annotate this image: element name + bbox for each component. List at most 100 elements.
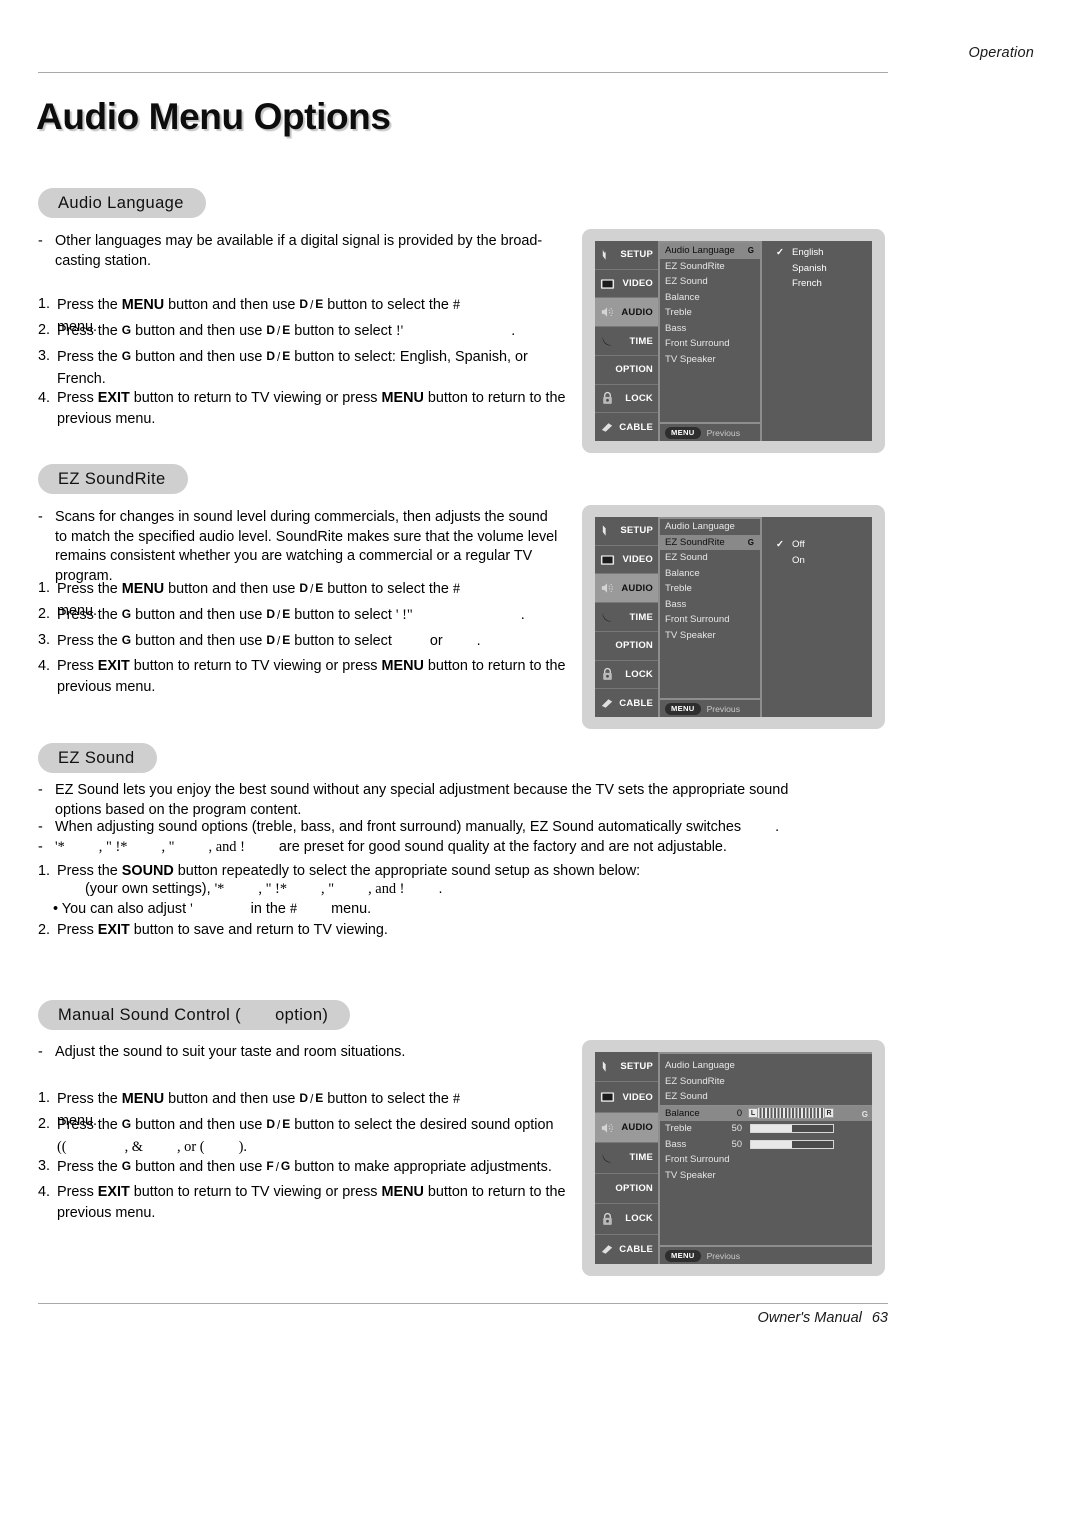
osd-tab-label: LOCK [625, 1213, 653, 1225]
osd-menu-list: Audio Language EZ SoundRite G EZ Sound B… [660, 517, 762, 717]
ez-soundrite-note: - Scans for changes in sound level durin… [38, 508, 568, 586]
menu-button-label: MENU [381, 658, 424, 674]
symbol-glyph: '* [55, 839, 65, 855]
running-head-text: Operation [968, 45, 1034, 61]
osd-tab-label: SETUP [620, 1061, 653, 1073]
treble-slider-track[interactable] [750, 1124, 834, 1133]
osd-tab-time[interactable]: TIME [595, 1143, 658, 1174]
osd-slider-value: 50 [731, 1123, 742, 1133]
osd-tab-option[interactable]: OPTION [595, 1174, 658, 1205]
osd-option-on[interactable]: On [776, 553, 872, 569]
osd-tab-option[interactable]: OPTION [595, 632, 658, 661]
osd-menu-item-ez-sound[interactable]: EZ Sound [660, 550, 760, 566]
antenna-icon [600, 523, 615, 538]
nav-key-down: D [266, 607, 276, 621]
symbol-glyph: , or ( [176, 1139, 205, 1155]
step-number: 3. [38, 1158, 51, 1174]
osd-menu-item-treble[interactable]: Treble [660, 305, 760, 321]
osd-slider-treble[interactable]: Treble 50 [660, 1121, 872, 1137]
osd-menu-item-front-surround[interactable]: Front Surround [660, 336, 760, 352]
page-title: Audio Menu Options [36, 96, 391, 137]
osd-tab-audio[interactable]: AUDIO [595, 1112, 658, 1144]
speaker-waves-icon [600, 305, 615, 320]
osd-menu-item-treble[interactable]: Treble [660, 581, 760, 597]
osd-menu-item-front-surround[interactable]: Front Surround [660, 1152, 872, 1168]
crescent-icon [600, 610, 615, 625]
exit-button-label: EXIT [97, 658, 130, 674]
osd-option-english[interactable]: ✓ English [776, 245, 872, 261]
osd-menu-item-ez-soundrite[interactable]: EZ SoundRite [660, 259, 760, 275]
step-number: 3. [38, 348, 51, 364]
step-text: button and then use [164, 297, 300, 313]
osd-menu-item-label: Bass [665, 598, 687, 610]
osd-panel: SETUP VIDEO AUDIO TIME OPTION LOCK CABLE… [595, 241, 872, 441]
step-number: 1. [38, 296, 51, 312]
osd-menu-item-bass[interactable]: Bass [660, 597, 760, 613]
audio-language-step-3: 3. Press the G button and then use D / E b… [38, 346, 573, 390]
osd-menu-item-balance[interactable]: Balance [660, 566, 760, 582]
osd-options-pane: ✓ English Spanish French [762, 241, 872, 441]
osd-tab-video[interactable]: VIDEO [595, 1082, 658, 1113]
osd-menu-item-audio-language[interactable]: Audio Language G [660, 243, 760, 259]
osd-menu-item-tv-speaker[interactable]: TV Speaker [660, 628, 760, 644]
osd-tab-cable[interactable]: CABLE [595, 413, 658, 441]
note-text: Adjust the sound to suit your taste and … [55, 1044, 406, 1060]
menu-key-chip: MENU [665, 426, 701, 439]
osd-option-spanish[interactable]: Spanish [776, 261, 872, 277]
step-text: Press the [57, 1091, 122, 1107]
osd-option-label: Off [792, 539, 805, 550]
osd-menu-item-balance[interactable]: Balance [660, 290, 760, 306]
bullet-marker: • [53, 901, 59, 917]
osd-tab-cable[interactable]: CABLE [595, 689, 658, 717]
page-footer: Owner's Manual 63 [38, 1310, 888, 1326]
osd-menu-item-tv-speaker[interactable]: TV Speaker [660, 352, 760, 368]
osd-panel: SETUP VIDEO AUDIO TIME OPTION LOCK CABLE… [595, 1052, 872, 1264]
osd-tab-time[interactable]: TIME [595, 327, 658, 356]
osd-tab-option[interactable]: OPTION [595, 356, 658, 385]
osd-menu-item-front-surround[interactable]: Front Surround [660, 612, 760, 628]
osd-tab-time[interactable]: TIME [595, 603, 658, 632]
osd-tab-audio[interactable]: AUDIO [595, 574, 658, 604]
osd-tab-lock[interactable]: LOCK [595, 661, 658, 690]
cable-plug-icon [600, 420, 615, 435]
bass-slider-track[interactable] [750, 1139, 834, 1149]
step-text: button to return to TV viewing or press [129, 1184, 382, 1200]
osd-tab-setup[interactable]: SETUP [595, 517, 658, 546]
osd-menu-item-audio-language[interactable]: Audio Language [660, 519, 760, 535]
balance-slider-track[interactable]: L R [748, 1107, 834, 1119]
osd-menu-item-ez-sound[interactable]: EZ Sound [660, 274, 760, 290]
step-text: button and then use [131, 349, 267, 365]
osd-slider-bass[interactable]: Bass 50 [660, 1137, 872, 1153]
symbol-glyph: ' [190, 901, 193, 917]
ez-sound-note-3: - '* , " !* , " , and ! are preset for good … [38, 838, 868, 858]
osd-menu-item-bass[interactable]: Bass [660, 321, 760, 337]
osd-tab-label: VIDEO [622, 1091, 653, 1103]
osd-tab-setup[interactable]: SETUP [595, 241, 658, 270]
osd-tab-setup[interactable]: SETUP [595, 1052, 658, 1083]
osd-tab-video[interactable]: VIDEO [595, 270, 658, 299]
osd-menu-item-ez-soundrite[interactable]: EZ SoundRite G [660, 534, 760, 550]
osd-menu-item-tv-speaker[interactable]: TV Speaker [660, 1168, 872, 1184]
osd-sidebar: SETUP VIDEO AUDIO TIME OPTION LOCK CABLE [595, 1052, 660, 1264]
osd-tab-label: TIME [629, 335, 653, 347]
osd-option-off[interactable]: ✓ Off [776, 537, 872, 553]
osd-option-french[interactable]: French [776, 276, 872, 292]
symbol-glyph: ' !" [395, 607, 413, 623]
osd-menu-item-label: EZ SoundRite [665, 536, 725, 548]
osd-tab-label: SETUP [620, 525, 653, 537]
exit-button-label: EXIT [97, 390, 130, 406]
osd-tab-audio[interactable]: AUDIO [595, 298, 658, 328]
osd-tab-cable[interactable]: CABLE [595, 1235, 658, 1264]
step-text: . [476, 633, 481, 649]
osd-tab-label: CABLE [619, 697, 653, 709]
osd-slider-balance[interactable]: Balance 0 L R G [660, 1104, 872, 1121]
osd-slider-value: 0 [736, 1107, 742, 1118]
page-number: 63 [871, 1310, 888, 1326]
ez-sound-step-1: 1. Press the SOUND button repeatedly to … [38, 861, 878, 882]
osd-tab-lock[interactable]: LOCK [595, 385, 658, 414]
osd-menu-item-ez-soundrite[interactable]: EZ SoundRite [660, 1074, 872, 1090]
osd-menu-item-audio-language[interactable]: Audio Language [660, 1058, 872, 1074]
osd-tab-lock[interactable]: LOCK [595, 1204, 658, 1235]
osd-menu-item-ez-sound[interactable]: EZ Sound [660, 1089, 872, 1105]
osd-tab-video[interactable]: VIDEO [595, 546, 658, 575]
